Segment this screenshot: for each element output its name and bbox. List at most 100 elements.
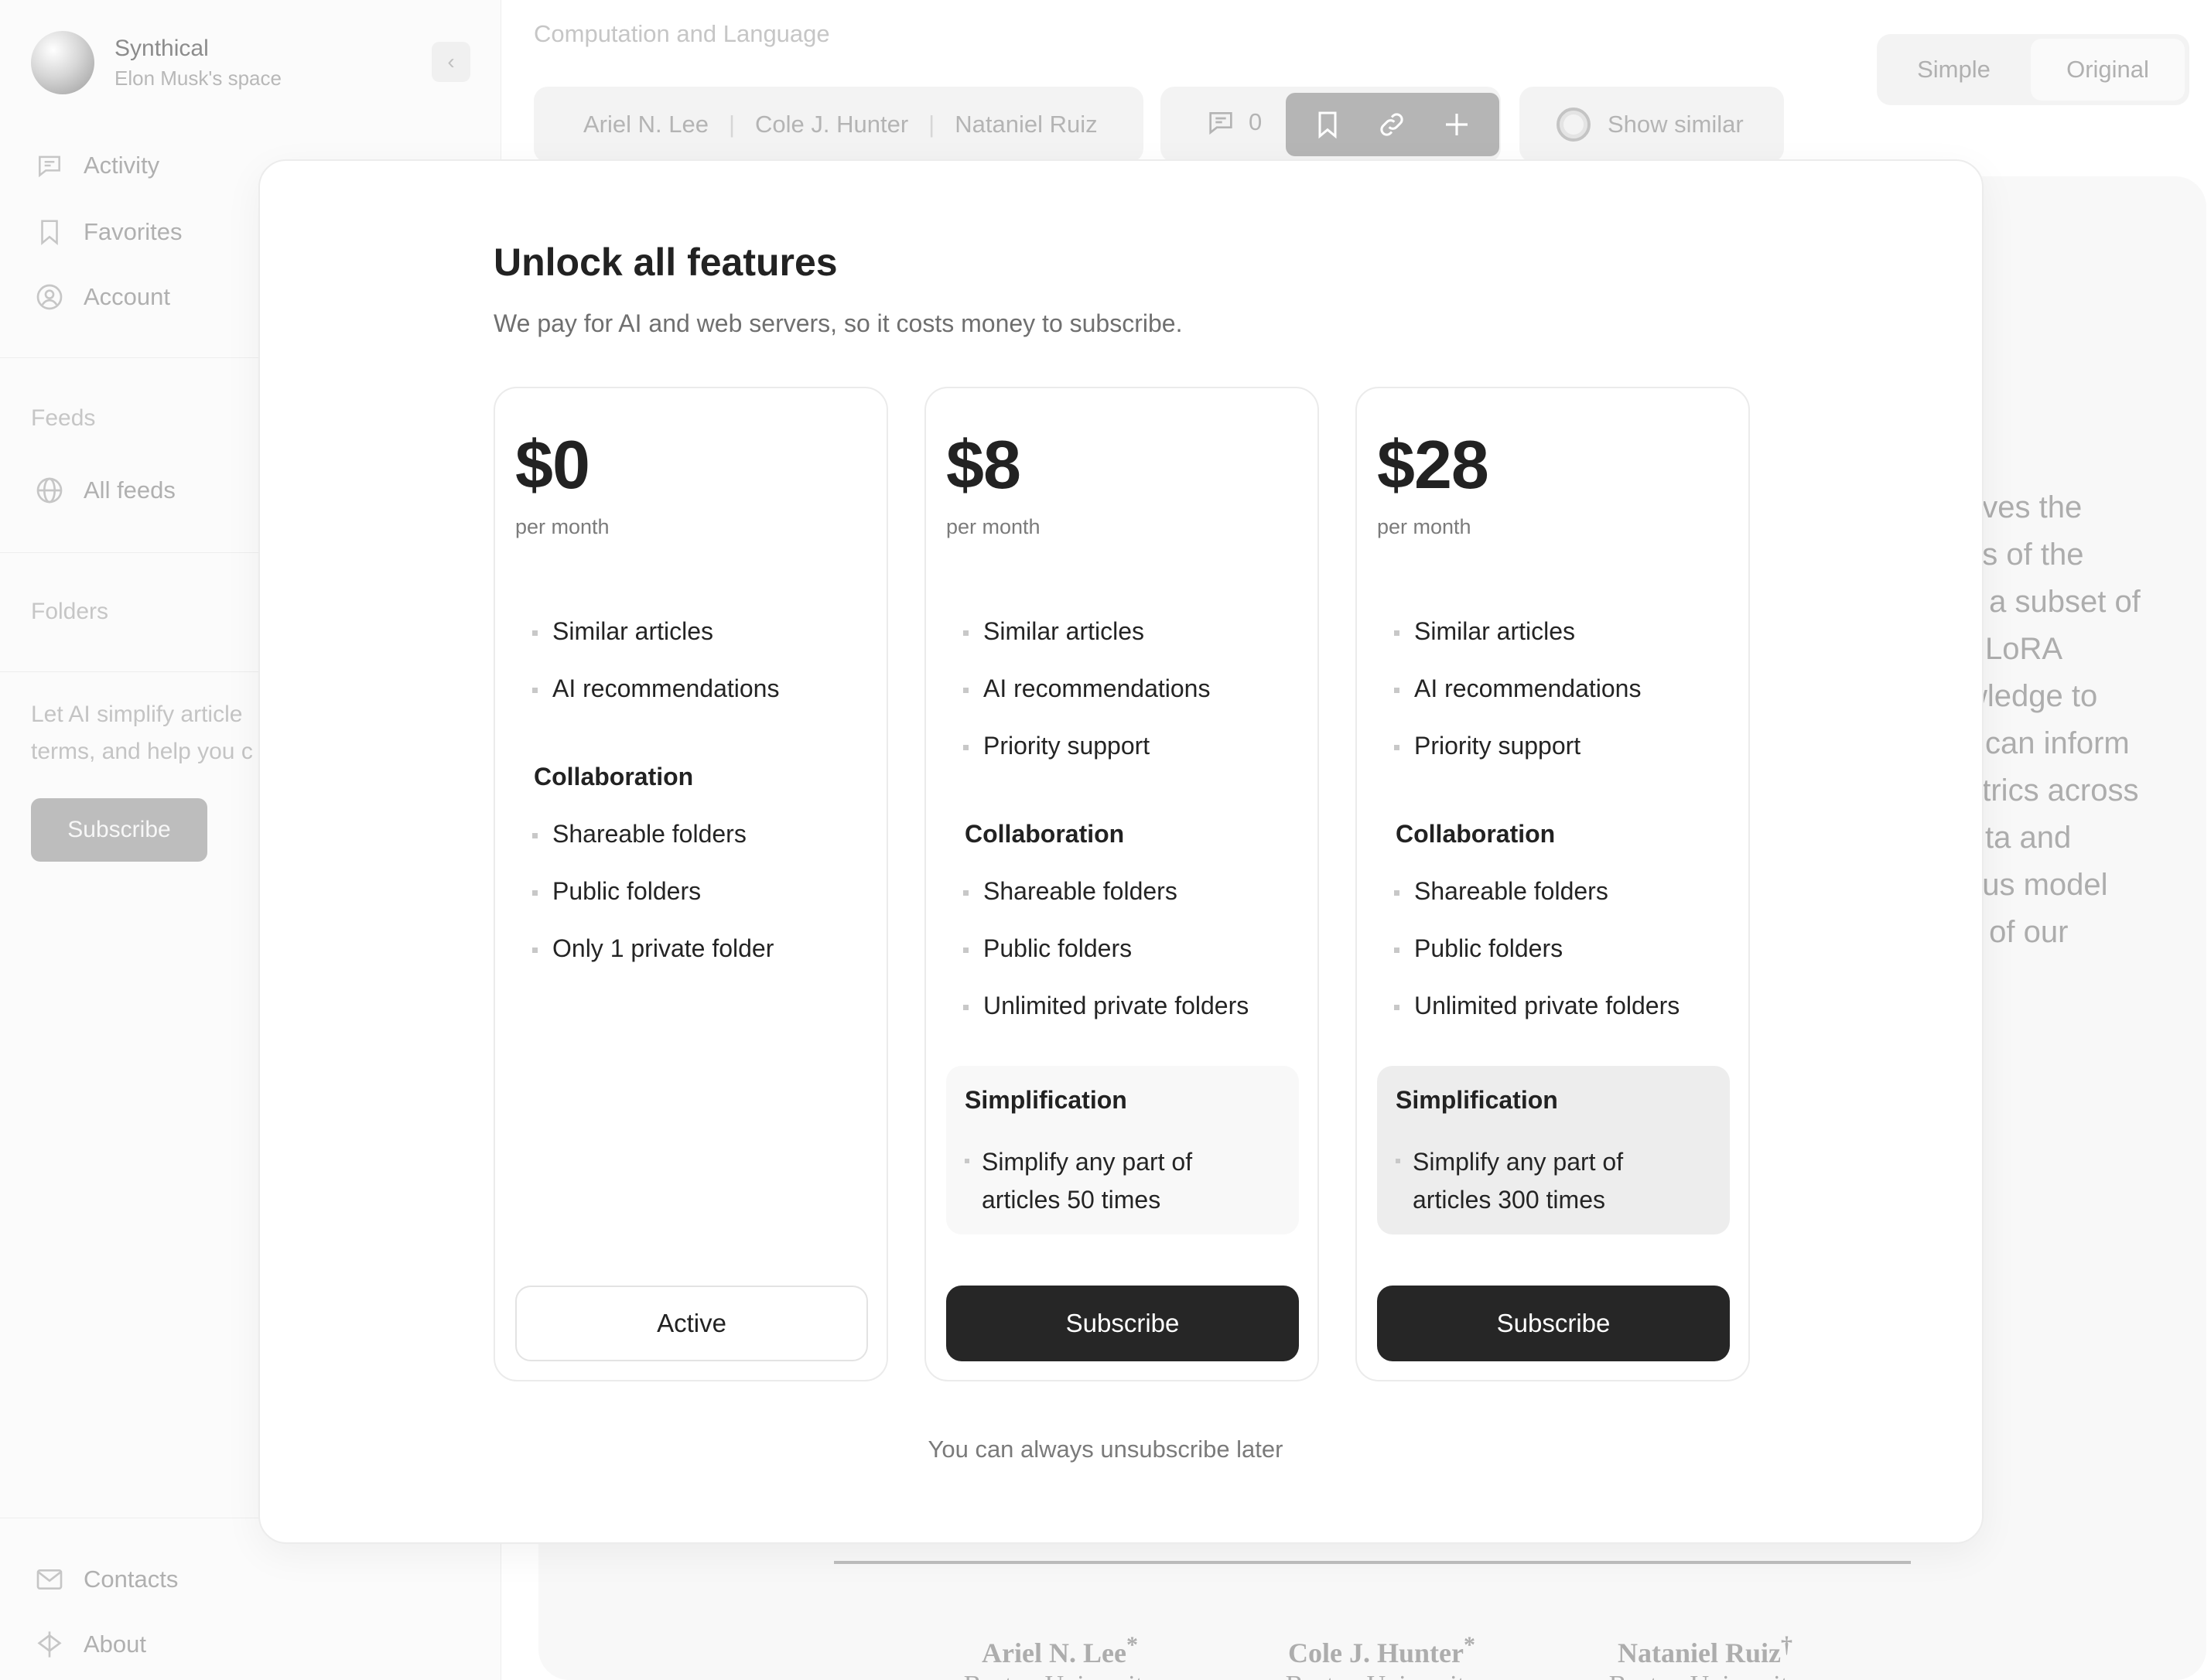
- abstract-line: eves the: [1965, 490, 2083, 524]
- breadcrumb[interactable]: Computation and Language: [534, 20, 830, 48]
- feature-item: Priority support: [1393, 732, 1581, 760]
- comments-button[interactable]: 0: [1205, 107, 1262, 138]
- sidebar-item-label: Account: [84, 283, 171, 310]
- authors-list: Ariel N. Lee | Cole J. Hunter | Nataniel…: [534, 87, 1143, 162]
- globe-icon: [34, 475, 65, 506]
- separator: |: [728, 111, 736, 138]
- feature-item: Only 1 private folder: [531, 934, 774, 962]
- add-to-folder-button[interactable]: [1440, 108, 1473, 141]
- paper-author-affiliation: Boston University: [944, 1671, 1176, 1680]
- paper-author-name: Nataniel Ruiz: [1618, 1637, 1781, 1668]
- chevron-left-icon: ‹: [447, 50, 455, 73]
- paper-author: Ariel N. Lee* Boston University: [944, 1632, 1176, 1680]
- author-link[interactable]: Cole J. Hunter: [755, 111, 908, 138]
- plan-price: $0: [515, 426, 590, 503]
- sidebar-item-account[interactable]: Account: [34, 282, 170, 312]
- sidebar-item-label: Favorites: [84, 218, 183, 245]
- comment-icon: [1205, 107, 1236, 138]
- plan-card-basic: $8 per month Similar articles AI recomme…: [924, 387, 1319, 1381]
- modal-subtitle: We pay for AI and web servers, so it cos…: [494, 309, 1183, 337]
- collaboration-heading: Collaboration: [965, 820, 1125, 848]
- sidebar-item-label: Contacts: [84, 1566, 179, 1593]
- collaboration-heading: Collaboration: [1396, 820, 1556, 848]
- subscribe-button-28[interactable]: Subscribe: [1377, 1286, 1730, 1361]
- feature-item: Similar articles: [531, 617, 714, 645]
- simplification-detail: Simplify any part of articles 50 times: [965, 1143, 1214, 1219]
- feature-item: Unlimited private folders: [1393, 992, 1680, 1019]
- paper-author-name: Cole J. Hunter: [1288, 1637, 1464, 1668]
- folders-section-label: Folders: [31, 599, 109, 624]
- workspace-switcher[interactable]: Synthical Elon Musk's space: [31, 31, 282, 94]
- feature-item: Similar articles: [962, 617, 1145, 645]
- author-mark: †: [1781, 1632, 1792, 1658]
- similar-icon: [1557, 108, 1591, 142]
- sidebar-item-activity[interactable]: Activity: [34, 150, 159, 181]
- feature-item: AI recommendations: [1393, 674, 1642, 702]
- feeds-section-label: Feeds: [31, 405, 96, 431]
- feature-item: Priority support: [962, 732, 1150, 760]
- paper-author: Nataniel Ruiz† Boston University: [1589, 1632, 1821, 1680]
- plus-icon: [1446, 114, 1468, 135]
- feature-item: Public folders: [962, 934, 1133, 962]
- feature-item: Shareable folders: [963, 877, 1177, 905]
- abstract-line: LoRA: [1985, 632, 2063, 666]
- signpost-icon: [34, 1629, 65, 1660]
- feature-item: Public folders: [1393, 934, 1563, 962]
- bookmark-button[interactable]: [1312, 109, 1343, 140]
- feature-item: AI recommendations: [962, 674, 1211, 702]
- modal-title: Unlock all features: [494, 241, 838, 284]
- chat-bubble-icon: [34, 150, 65, 181]
- plan-price: $8: [946, 426, 1021, 503]
- abstract-line: y of our: [1965, 915, 2069, 949]
- feature-item: Shareable folders: [532, 820, 747, 848]
- feature-item: Similar articles: [1393, 617, 1576, 645]
- bookmark-icon: [1318, 111, 1337, 139]
- collaboration-heading: Collaboration: [534, 763, 694, 790]
- paper-author-name: Ariel N. Lee: [982, 1637, 1126, 1668]
- simplification-detail: Simplify any part of articles 300 times: [1396, 1143, 1645, 1219]
- unsubscribe-note: You can always unsubscribe later: [928, 1436, 1283, 1463]
- bookmark-icon: [34, 217, 65, 248]
- separator: |: [928, 111, 935, 138]
- sidebar-subscribe-button[interactable]: Subscribe: [31, 798, 207, 862]
- workspace-subtitle: Elon Musk's space: [114, 66, 282, 90]
- feature-item: Shareable folders: [1394, 877, 1608, 905]
- sidebar-item-contacts[interactable]: Contacts: [34, 1564, 178, 1595]
- abstract-line: s a subset of: [1965, 585, 2141, 619]
- paper-author-affiliation: Boston University: [1589, 1671, 1821, 1680]
- sidebar-item-favorites[interactable]: Favorites: [34, 217, 182, 248]
- article-abstract: eves the as of the s a subset of LoRA wl…: [1965, 484, 2141, 956]
- simplification-heading: Simplification: [1396, 1086, 1558, 1114]
- workspace-name: Synthical: [114, 35, 209, 61]
- simplification-heading: Simplification: [965, 1086, 1127, 1114]
- feature-item: Public folders: [531, 877, 702, 905]
- collapse-sidebar-button[interactable]: ‹: [432, 42, 470, 82]
- author-link[interactable]: Ariel N. Lee: [583, 111, 709, 138]
- sidebar-item-about[interactable]: About: [34, 1629, 146, 1660]
- sidebar-item-label: About: [84, 1630, 147, 1658]
- simplification-box: Simplification Simplify any part of arti…: [1377, 1066, 1730, 1234]
- view-original-button[interactable]: Original: [2031, 39, 2185, 101]
- user-circle-icon: [34, 282, 65, 312]
- plan-card-pro: $28 per month Similar articles AI recomm…: [1355, 387, 1750, 1381]
- sidebar-item-all-feeds[interactable]: All feeds: [34, 475, 176, 506]
- show-similar-button[interactable]: Show similar: [1519, 87, 1784, 162]
- subscribe-button-8[interactable]: Subscribe: [946, 1286, 1299, 1361]
- simplification-box: Simplification Simplify any part of arti…: [946, 1066, 1299, 1234]
- author-link[interactable]: Nataniel Ruiz: [955, 111, 1097, 138]
- show-similar-label: Show similar: [1608, 111, 1744, 138]
- plan-period: per month: [515, 515, 610, 538]
- mail-icon: [34, 1564, 65, 1595]
- workspace-avatar: [31, 31, 94, 94]
- active-plan-button[interactable]: Active: [515, 1286, 868, 1361]
- plan-period: per month: [1377, 515, 1471, 538]
- abstract-line: ta and: [1985, 821, 2072, 855]
- paper-author-affiliation: Boston University: [1266, 1671, 1498, 1680]
- link-icon: [1380, 113, 1403, 136]
- feature-item: AI recommendations: [531, 674, 780, 702]
- feature-item: Unlimited private folders: [962, 992, 1249, 1019]
- copy-link-button[interactable]: [1376, 109, 1407, 140]
- paper-author: Cole J. Hunter* Boston University: [1266, 1632, 1498, 1680]
- view-simple-button[interactable]: Simple: [1877, 56, 2031, 84]
- abstract-line: ous model: [1965, 868, 2108, 902]
